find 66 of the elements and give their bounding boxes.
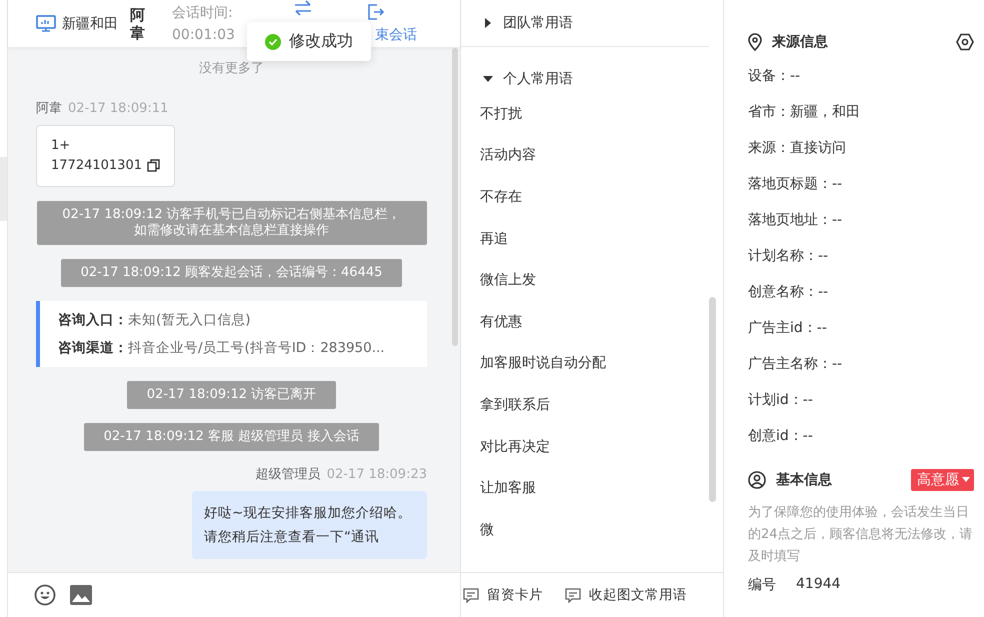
info-row-text: 落地页标题：-- (748, 175, 844, 194)
info-row-text: 落地页地址：-- (748, 211, 844, 230)
section-title: 基本信息 (776, 471, 833, 489)
phone-number: 1+ 17724101301 (51, 137, 143, 175)
caret-icon (962, 477, 970, 483)
source-row-text: 咨询渠道：抖音企业号/员工号(抖音号ID：283950... (58, 339, 386, 357)
end-session-button[interactable]: 束会话 (368, 4, 424, 44)
user-icon (748, 471, 766, 489)
phrase-item[interactable]: 拿到联系后 (461, 384, 550, 426)
info-row-text: 计划名称：-- (748, 247, 830, 266)
monitor-icon (36, 14, 56, 32)
scrollbar-thumb[interactable] (452, 48, 458, 346)
message-icon (565, 588, 581, 602)
phrase-item[interactable]: 活动内容 (461, 134, 536, 176)
info-row-text: 广告主名称：-- (748, 355, 844, 374)
info-row-text: 省市：新疆，和田 (748, 103, 861, 122)
source-row-text: 咨询入口：未知(暂无入口信息) (58, 311, 252, 329)
copy-icon[interactable] (147, 159, 160, 172)
emoji-icon[interactable] (34, 584, 56, 606)
phrase-item[interactable]: 对比再决定 (461, 426, 550, 468)
phrase-item[interactable]: 有优惠 (461, 300, 522, 343)
image-icon[interactable] (70, 585, 92, 605)
location-pin-icon (748, 33, 762, 51)
info-row-text: 创意名称：-- (748, 283, 830, 302)
phrase-item[interactable]: 再追 (461, 218, 508, 260)
phrase-item[interactable]: 让加客服 (461, 467, 536, 509)
info-row-text: 计划id：-- (748, 391, 814, 410)
intent-dropdown[interactable]: 高意愿 (911, 469, 974, 491)
no-more-text: 没有更多了 (199, 60, 264, 77)
transfer-icon (294, 0, 312, 16)
phrase-item[interactable]: 微 (461, 508, 494, 551)
message-sender: 阿韋 02-17 18:09:11 (36, 100, 168, 117)
message-bubble: 好哒~现在安排客服加您介绍哈。请您稍后注意查看一下“通讯 (192, 491, 427, 559)
info-note: 为了保障您的使用体验，会话发生当日的24点之后，顾客信息将无法修改，请及时填写 (748, 504, 974, 566)
visitor-location: 新疆和田 (62, 14, 119, 34)
caret-icon (483, 74, 493, 84)
caret-icon (483, 18, 493, 28)
phrase-action-button[interactable]: 收起图文常用语 (565, 586, 687, 604)
toast-text: 修改成功 (289, 31, 353, 52)
system-message: 02-17 18:09:12 访客手机号已自动标记右侧基本信息栏，如需修改请在基本信息栏直接操作 (36, 201, 426, 245)
field-label: 编号 (748, 576, 776, 594)
check-circle-icon (265, 34, 281, 50)
settings-icon[interactable] (956, 33, 974, 51)
section-title: 来源信息 (772, 33, 829, 51)
session-time: 会话时间: 00:01:03 (172, 4, 236, 44)
visitor-name: 阿韋 (130, 6, 146, 42)
phrase-item[interactable]: 不打扰 (461, 93, 522, 135)
phrase-group-header[interactable]: 团队常用语 (461, 0, 709, 47)
phrase-item[interactable]: 加客服时说自动分配 (461, 342, 606, 384)
info-row-text: 来源：直接访问 (748, 139, 847, 158)
info-row-text: 广告主id：-- (748, 319, 828, 338)
transfer-button[interactable] (294, 0, 312, 16)
phrase-item[interactable]: 微信上发 (461, 259, 536, 301)
exit-icon (368, 4, 384, 20)
scrollbar-thumb[interactable] (709, 297, 716, 502)
system-message: 02-17 18:09:12 客服 超级管理员 接入会话 (84, 423, 380, 451)
field-value: 41944 (796, 576, 841, 594)
info-row-text: 创意id：-- (748, 427, 814, 446)
phrase-item[interactable]: 不存在 (461, 176, 522, 218)
system-message: 02-17 18:09:12 访客已离开 (126, 381, 336, 409)
system-message: 02-17 18:09:12 顾客发起会话，会话编号：46445 (60, 259, 402, 287)
phrase-action-button[interactable]: 留资卡片 (463, 586, 543, 604)
message-sender: 超级管理员 02-17 18:09:23 (256, 466, 427, 483)
info-row-text: 设备：-- (748, 67, 802, 86)
phrase-group-header[interactable]: 个人常用语 (461, 65, 709, 93)
message-icon (463, 588, 479, 602)
